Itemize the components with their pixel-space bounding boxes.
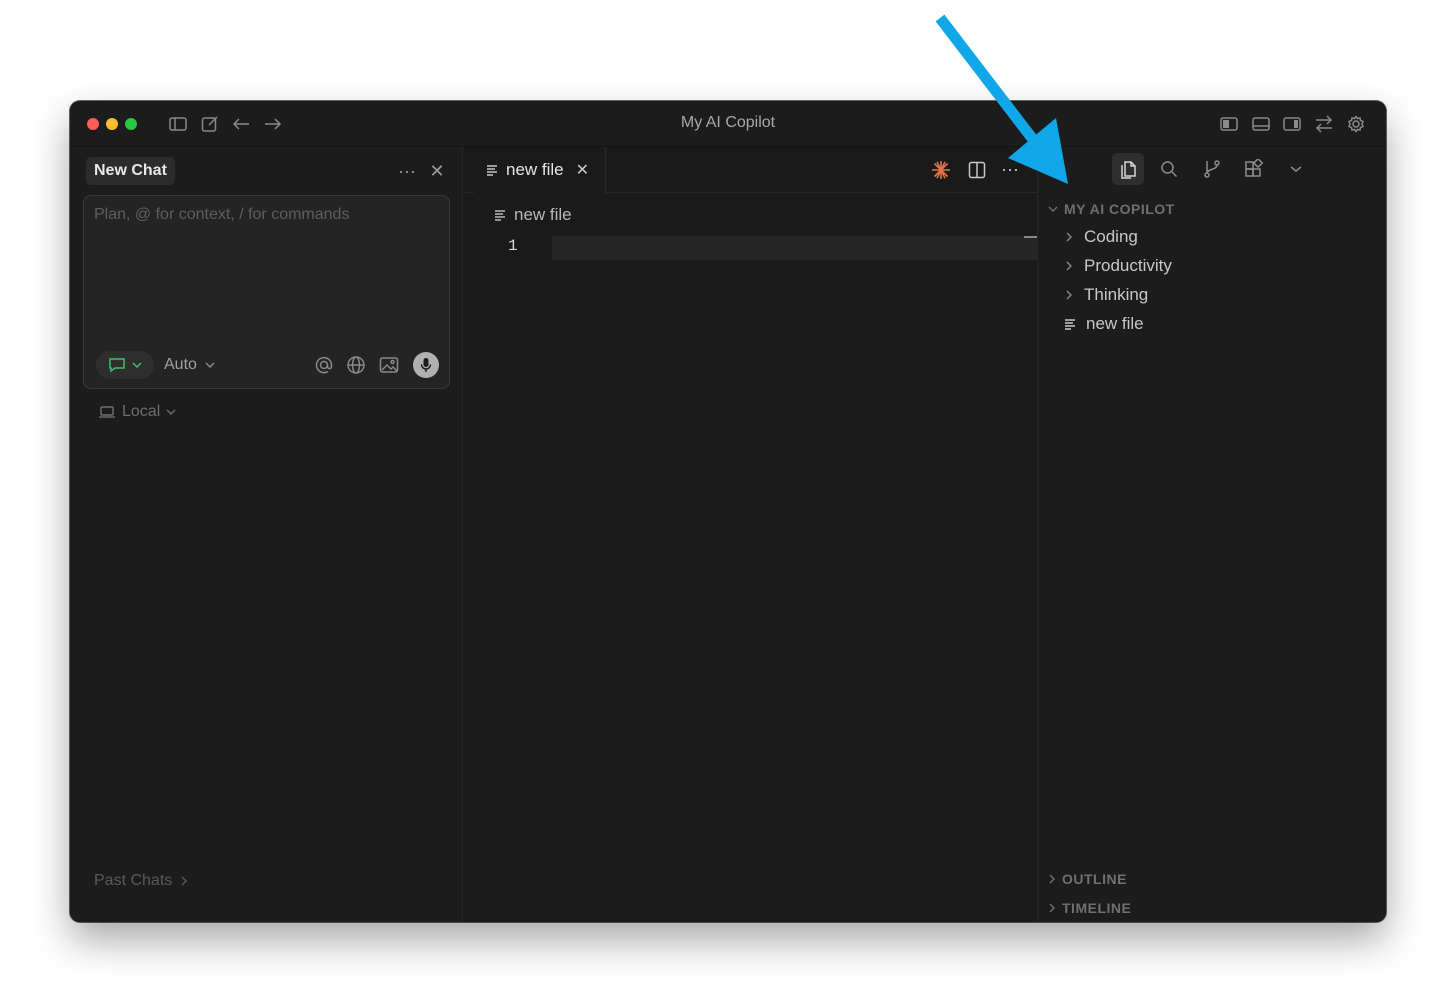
chevron-down-icon — [205, 362, 215, 369]
title-bar: My AI Copilot — [70, 101, 1386, 147]
settings-gear-icon[interactable] — [1345, 113, 1367, 135]
chat-panel: New Chat ··· ✕ Auto — [70, 147, 463, 922]
editor-tab-label: new file — [506, 160, 564, 179]
laptop-icon — [99, 406, 115, 418]
source-control-icon[interactable] — [1196, 153, 1228, 185]
model-selector[interactable]: Auto — [164, 356, 215, 374]
past-chats-label: Past Chats — [94, 872, 173, 889]
breadcrumb[interactable]: new file — [494, 205, 572, 225]
tree-item-label: Coding — [1084, 227, 1138, 246]
chevron-down-icon — [132, 362, 142, 369]
explorer-root-header[interactable]: MY AI COPILOT — [1048, 201, 1175, 217]
editor-area: new file ✕ ··· new file 1 — [464, 147, 1037, 922]
ai-sparkle-icon[interactable] — [930, 159, 952, 181]
tree-item-label: Productivity — [1084, 256, 1172, 275]
line-number: 1 — [508, 237, 518, 255]
tree-item-label: new file — [1086, 314, 1144, 333]
search-icon[interactable] — [1153, 153, 1185, 185]
chevron-down-icon — [1048, 206, 1058, 212]
extensions-icon[interactable] — [1238, 153, 1270, 185]
tree-item-label: Thinking — [1084, 285, 1149, 304]
image-icon[interactable] — [378, 354, 400, 376]
swap-arrows-icon[interactable] — [1313, 113, 1335, 135]
timeline-section-header[interactable]: TIMELINE — [1048, 900, 1131, 916]
timeline-label: TIMELINE — [1062, 900, 1132, 916]
toggle-left-panel-icon[interactable] — [1218, 113, 1240, 135]
chat-input[interactable] — [94, 206, 439, 326]
environment-selector[interactable]: Local — [98, 403, 176, 421]
toggle-right-panel-icon[interactable] — [1281, 113, 1303, 135]
microphone-icon — [420, 358, 432, 372]
globe-icon[interactable] — [345, 354, 367, 376]
editor-more-button[interactable]: ··· — [998, 159, 1022, 181]
chevron-right-icon — [1049, 903, 1055, 913]
chevron-right-icon — [1066, 290, 1072, 300]
split-editor-icon[interactable] — [966, 159, 988, 181]
editor-tab-close-button[interactable]: ✕ — [576, 160, 589, 180]
chat-composer: Auto — [83, 195, 450, 389]
current-line-highlight[interactable] — [552, 236, 1037, 260]
model-label: Auto — [164, 356, 197, 373]
text-file-icon — [487, 165, 497, 176]
environment-label: Local — [122, 403, 161, 420]
chevron-right-icon — [1066, 261, 1072, 271]
tree-folder-coding[interactable]: Coding — [1064, 223, 1138, 251]
toggle-bottom-panel-icon[interactable] — [1250, 113, 1272, 135]
explorer-sidebar: MY AI COPILOT Coding Productivity Thinki… — [1037, 147, 1386, 922]
tree-file-new-file[interactable]: new file — [1064, 310, 1144, 338]
past-chats-link[interactable]: Past Chats — [94, 872, 188, 890]
chevron-down-icon[interactable] — [1280, 153, 1312, 185]
tree-folder-productivity[interactable]: Productivity — [1064, 252, 1172, 280]
explorer-files-icon[interactable] — [1112, 153, 1144, 185]
chevron-down-icon — [166, 409, 176, 415]
chevron-right-icon — [1066, 232, 1072, 242]
text-file-icon — [495, 210, 505, 221]
microphone-button[interactable] — [413, 352, 439, 378]
chat-close-button[interactable]: ✕ — [425, 159, 449, 183]
chevron-right-icon — [181, 876, 188, 886]
outline-label: OUTLINE — [1062, 871, 1127, 887]
mention-at-icon[interactable] — [313, 354, 335, 376]
outline-section-header[interactable]: OUTLINE — [1048, 871, 1127, 887]
chat-mode-selector[interactable] — [96, 351, 154, 379]
explorer-root-label: MY AI COPILOT — [1064, 201, 1175, 217]
text-file-icon — [1065, 319, 1075, 330]
editor-tab-bar: new file ✕ ··· — [464, 147, 1037, 193]
window-title: My AI Copilot — [680, 114, 776, 131]
chat-tab-new-chat[interactable]: New Chat — [86, 157, 175, 185]
breadcrumb-label: new file — [514, 205, 572, 224]
chevron-right-icon — [1049, 874, 1055, 884]
chat-more-button[interactable]: ··· — [395, 159, 419, 183]
chat-bubble-icon — [109, 358, 125, 373]
app-window: My AI Copilot New Chat ··· ✕ Aut — [70, 101, 1386, 922]
tree-folder-thinking[interactable]: Thinking — [1064, 281, 1148, 309]
editor-tab-new-file[interactable]: new file ✕ — [474, 147, 606, 193]
